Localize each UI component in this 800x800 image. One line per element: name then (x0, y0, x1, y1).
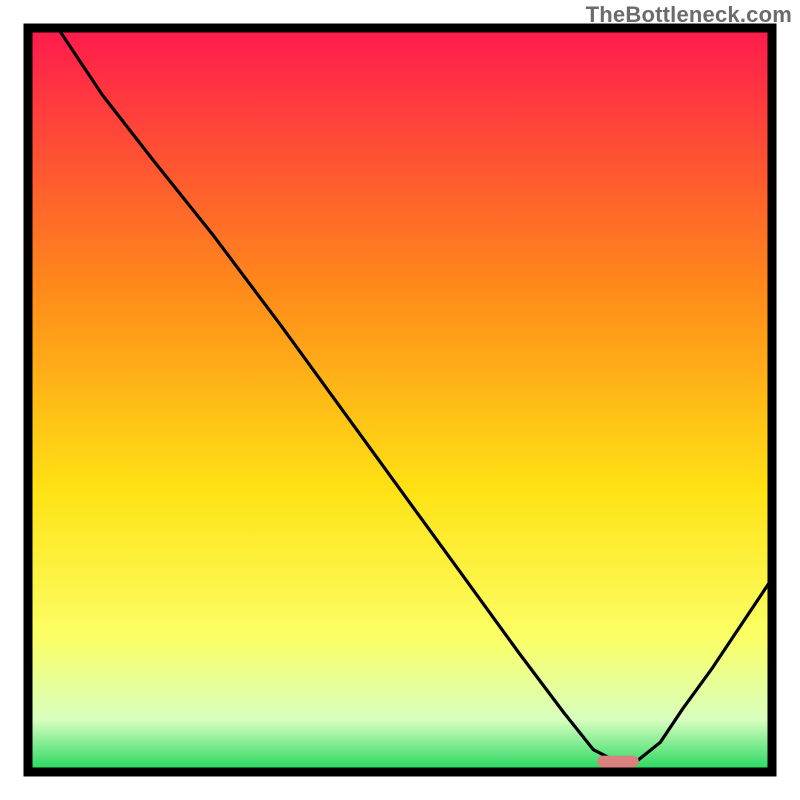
watermark-text: TheBottleneck.com (586, 2, 792, 28)
chart-frame: TheBottleneck.com (0, 0, 800, 800)
bottleneck-chart (0, 0, 800, 800)
heatmap-background (28, 28, 772, 772)
plot-area (28, 28, 772, 772)
optimum-pill (597, 756, 639, 768)
